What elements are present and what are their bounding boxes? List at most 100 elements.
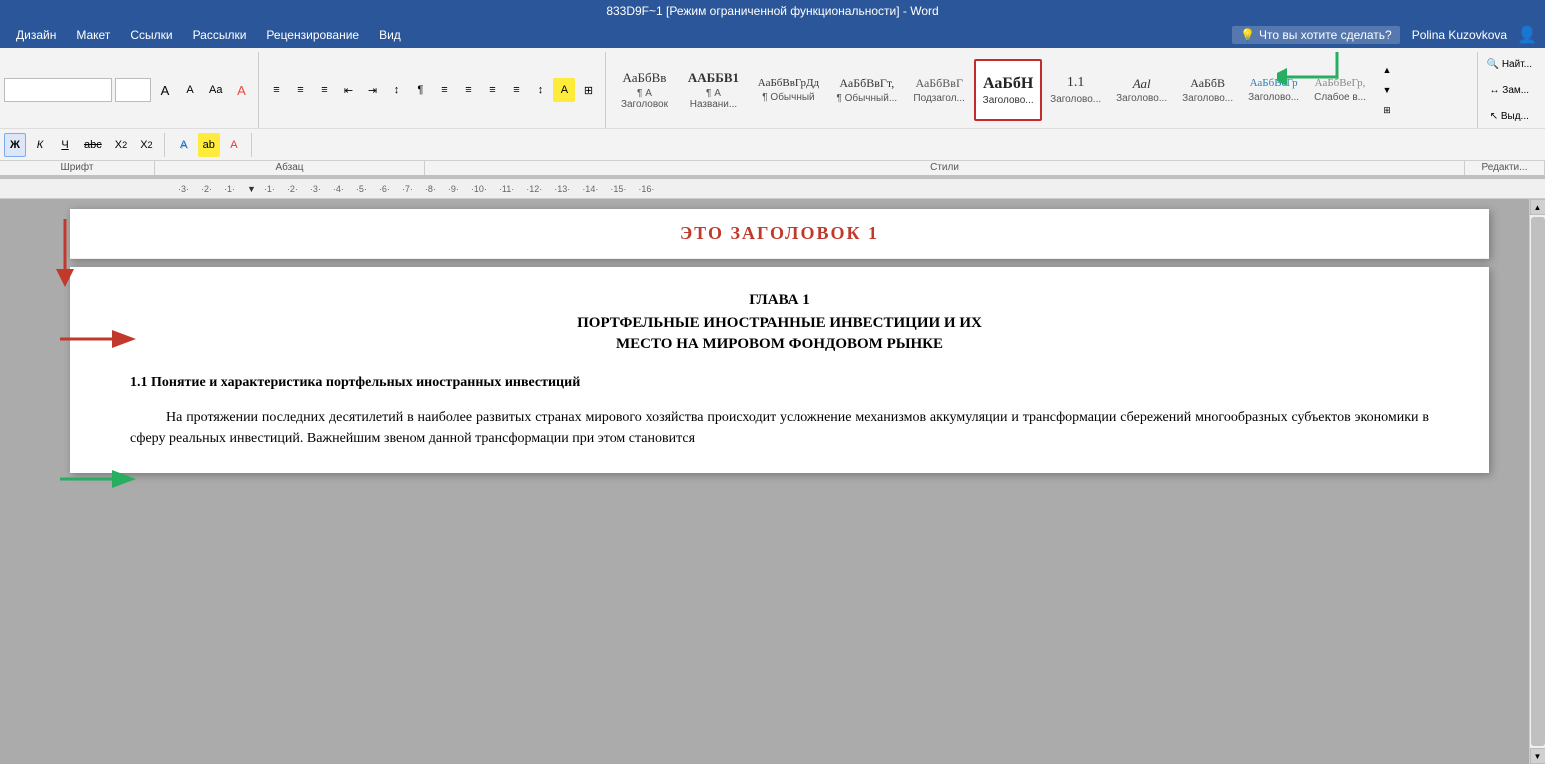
select-button[interactable]: ↖ Выд... (1482, 104, 1537, 128)
styles-scroll[interactable]: ▲ ▼ ⊞ (1376, 61, 1398, 119)
font-name-input[interactable]: Times New R... (4, 78, 112, 102)
green-doc-arrow (60, 467, 120, 497)
red-doc-arrow (60, 327, 120, 357)
style-label-4: ¶ Обычный... (836, 93, 897, 104)
style-preview-4: АаБбВвГт, (839, 76, 894, 90)
show-marks-button[interactable]: ¶ (409, 78, 431, 102)
ribbon-labels: Шрифт Абзац Стили Редакти... (0, 161, 1545, 177)
section-heading: 1.1 Понятие и характеристика портфельных… (130, 375, 1429, 391)
subscript-button[interactable]: X2 (110, 133, 132, 157)
style-label-5: Подзагол... (913, 93, 964, 104)
text-highlight-button[interactable]: ab (198, 133, 220, 157)
bullets-button[interactable]: ≡ (265, 78, 287, 102)
style-preview-9: АаБбВ (1190, 76, 1225, 90)
menu-mailings[interactable]: Рассылки (185, 24, 255, 46)
increase-indent-button[interactable]: ⇥ (361, 78, 383, 102)
main-page[interactable]: ГЛАВА 1 ПОРТФЕЛЬНЫЕ ИНОСТРАННЫЕ ИНВЕСТИЦ… (70, 267, 1489, 473)
format-bar: Ж К Ч abc X2 X2 A ab A (0, 129, 1545, 161)
shading-button[interactable]: A (553, 78, 575, 102)
style-preview-1: АаБбВв (623, 70, 667, 86)
numbering-button[interactable]: ≡ (289, 78, 311, 102)
justify-button[interactable]: ≡ (505, 78, 527, 102)
clear-format-button[interactable]: A (230, 78, 252, 102)
styles-more-button[interactable]: ⊞ (1376, 101, 1398, 119)
find-button[interactable]: 🔍 Найт... (1482, 52, 1537, 76)
style-item-obychny[interactable]: АаБбВвГрДд ¶ Обычный (748, 59, 828, 121)
scroll-down-button[interactable]: ▼ (1530, 748, 1545, 764)
menu-layout[interactable]: Макет (68, 24, 118, 46)
menu-bar: Дизайн Макет Ссылки Рассылки Рецензирова… (0, 22, 1545, 48)
text-effects-button[interactable]: A (173, 133, 195, 157)
style-label-7: Заголово... (1050, 94, 1101, 105)
decrease-font-button[interactable]: A (179, 78, 201, 102)
change-case-button[interactable]: Aa (204, 78, 227, 102)
heading1-page: ЭТО ЗАГОЛОВОК 1 (70, 209, 1489, 259)
styles-down-button[interactable]: ▼ (1376, 81, 1398, 99)
ruler: ·3· ·2· ·1· ▼ ·1· ·2· ·3· ·4· ·5· ·6· ·7… (0, 179, 1545, 199)
style-item-zagolovok[interactable]: АаБбВв ¶ АЗаголовок (610, 59, 678, 121)
style-item-aa[interactable]: Ааl Заголово... (1109, 59, 1174, 121)
menu-view[interactable]: Вид (371, 24, 409, 46)
style-preview-3: АаБбВвГрДд (758, 77, 819, 90)
line-spacing-button[interactable]: ↕ (529, 78, 551, 102)
font-size-input[interactable]: 16 (115, 78, 151, 102)
paragraph1: На протяжении последних десятилетий в на… (130, 407, 1429, 449)
style-item-obychny2[interactable]: АаБбВвГт, ¶ Обычный... (829, 59, 904, 121)
menu-design[interactable]: Дизайн (8, 24, 64, 46)
vertical-scrollbar[interactable]: ▲ ▼ (1529, 199, 1545, 764)
style-preview-8: Ааl (1133, 76, 1151, 92)
font-group-label: Шрифт (0, 161, 155, 175)
lightbulb-icon: 💡 (1240, 28, 1255, 42)
user-icon[interactable]: 👤 (1517, 25, 1537, 45)
replace-button[interactable]: ↔ Зам... (1482, 78, 1537, 102)
editing-section: 🔍 Найт... ↔ Зам... ↖ Выд... (1477, 52, 1541, 128)
chapter-title-wrapper: ГЛАВА 1 (130, 291, 1429, 309)
font-color-button[interactable]: A (223, 133, 245, 157)
style-label-8: Заголово... (1116, 93, 1167, 104)
style-label-6: Заголово... (983, 95, 1034, 106)
increase-font-button[interactable]: A (154, 78, 176, 102)
style-preview-6: АаБбН (983, 74, 1033, 93)
chapter-subtitle2: МЕСТО НА МИРОВОМ ФОНДОВОМ РЫНКЕ (130, 336, 1429, 353)
content-area: ЭТО ЗАГОЛОВОК 1 а это заголовок 2 (0, 199, 1545, 764)
edit-group-label: Редакти... (1465, 161, 1545, 175)
styles-section: АаБбВв ¶ АЗаголовок ААББВ1 ¶ АНазвани...… (606, 52, 1476, 128)
para-group-label: Абзац (155, 161, 425, 175)
align-right-button[interactable]: ≡ (481, 78, 503, 102)
align-left-button[interactable]: ≡ (433, 78, 455, 102)
style-item-nazvanie[interactable]: ААББВ1 ¶ АНазвани... (679, 59, 747, 121)
decrease-indent-button[interactable]: ⇤ (337, 78, 359, 102)
style-item-podzagolovok[interactable]: АаБбВвГ Подзагол... (905, 59, 973, 121)
scroll-thumb[interactable] (1531, 217, 1545, 746)
scroll-up-button[interactable]: ▲ (1530, 199, 1545, 215)
style-label-3: ¶ Обычный (762, 92, 814, 103)
chapter-subtitle1: ПОРТФЕЛЬНЫЕ ИНОСТРАННЫЕ ИНВЕСТИЦИИ И ИХ (130, 315, 1429, 332)
style-item-aabbv[interactable]: АаБбВ Заголово... (1175, 59, 1240, 121)
strikethrough-button[interactable]: abc (79, 133, 107, 157)
style-item-heading1[interactable]: АаБбН Заголово... (974, 59, 1042, 121)
red-ribbon-arrow (50, 214, 80, 294)
menu-references[interactable]: Ссылки (122, 24, 180, 46)
search-box[interactable]: 💡 Что вы хотите сделать? (1232, 26, 1400, 44)
menu-review[interactable]: Рецензирование (258, 24, 367, 46)
title-text: 833D9F~1 [Режим ограниченной функциональ… (606, 4, 938, 18)
style-label-9: Заголово... (1182, 93, 1233, 104)
style-label-2: ¶ АНазвани... (690, 88, 737, 110)
bold-button[interactable]: Ж (4, 133, 26, 157)
borders-button[interactable]: ⊞ (577, 78, 599, 102)
multilevel-button[interactable]: ≡ (313, 78, 335, 102)
chapter-title: ГЛАВА 1 (749, 292, 809, 308)
styles-up-button[interactable]: ▲ (1376, 61, 1398, 79)
italic-button[interactable]: К (29, 133, 51, 157)
heading1-text: ЭТО ЗАГОЛОВОК 1 (680, 223, 879, 243)
ribbon-area: Times New R... 16 A A Aa A ≡ ≡ ≡ ⇤ ⇥ ↕ ¶… (0, 48, 1545, 179)
superscript-button[interactable]: X2 (135, 133, 157, 157)
underline-button[interactable]: Ч (54, 133, 76, 157)
style-label-1: ¶ АЗаголовок (621, 88, 668, 110)
document-scroll-area[interactable]: ЭТО ЗАГОЛОВОК 1 а это заголовок 2 (30, 199, 1529, 764)
sort-button[interactable]: ↕ (385, 78, 407, 102)
edit-buttons: 🔍 Найт... ↔ Зам... ↖ Выд... (1482, 52, 1537, 128)
align-center-button[interactable]: ≡ (457, 78, 479, 102)
para-format-row: A ab A (167, 133, 252, 157)
style-item-11[interactable]: 1.1 Заголово... (1043, 59, 1108, 121)
